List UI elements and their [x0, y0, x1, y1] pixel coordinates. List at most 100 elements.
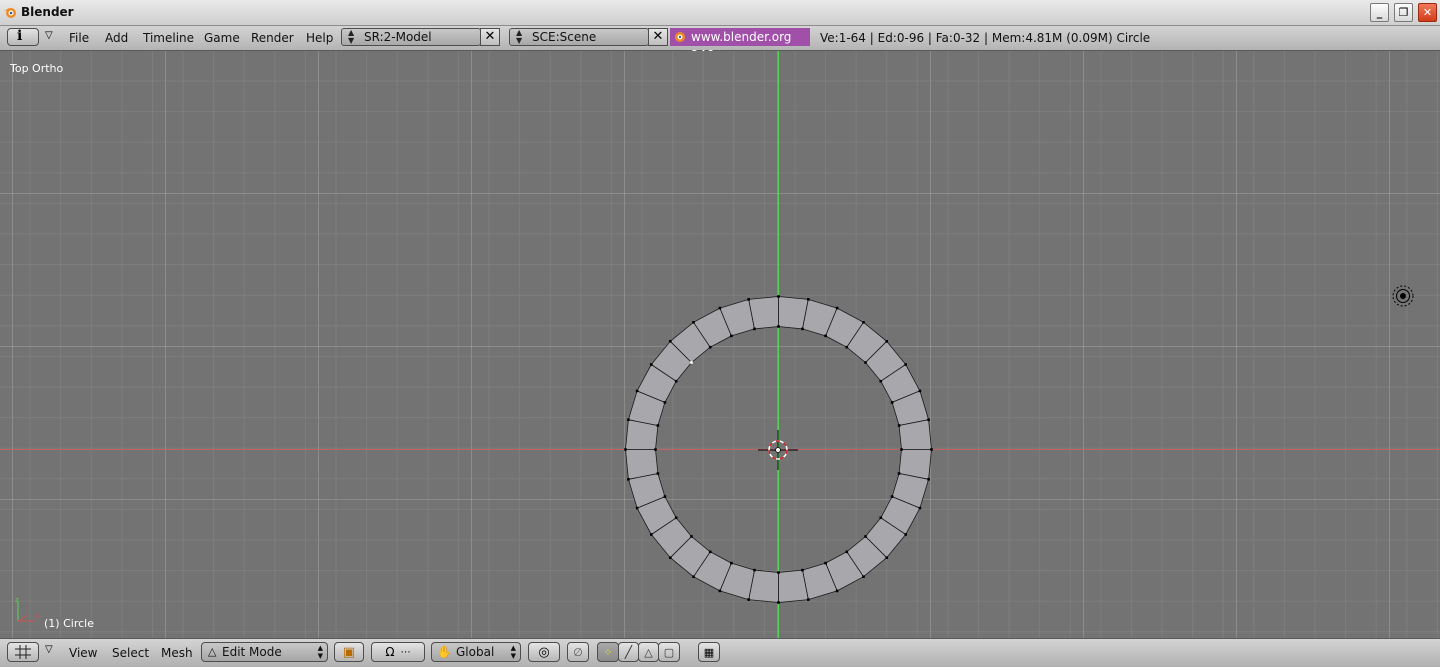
mesh-vertex[interactable] [650, 363, 653, 366]
delete-screen-button[interactable]: ✕ [480, 28, 500, 46]
maximize-button[interactable]: ❐ [1394, 3, 1413, 22]
render-preview-button[interactable]: ▦ [698, 642, 720, 662]
mesh-vertex[interactable] [669, 340, 672, 343]
mesh-vertex[interactable] [777, 295, 780, 298]
mesh-vertex[interactable] [864, 535, 867, 538]
mesh-vertex[interactable] [663, 495, 667, 498]
mesh-vertex[interactable] [807, 298, 810, 301]
mesh-canvas[interactable] [0, 51, 1440, 638]
menu-mesh[interactable]: Mesh [161, 646, 193, 660]
mesh-vertex[interactable] [918, 389, 922, 393]
mesh-vertex[interactable] [692, 575, 695, 578]
mesh-vertex[interactable] [927, 418, 930, 421]
menu-select[interactable]: Select [112, 646, 149, 660]
minimize-button[interactable]: _ [1370, 3, 1389, 22]
mesh-vertex[interactable] [862, 575, 865, 578]
mesh-vertex[interactable] [879, 379, 883, 383]
close-button[interactable]: ✕ [1418, 3, 1437, 22]
mesh-vertex[interactable] [669, 556, 672, 559]
vertex-select-mode-button[interactable]: ⁘ [597, 642, 619, 662]
mesh-vertex[interactable] [777, 571, 780, 574]
mesh-vertex[interactable] [885, 340, 888, 343]
mesh-vertex[interactable] [663, 401, 667, 404]
mesh-vertex[interactable] [627, 418, 630, 421]
mesh-vertex[interactable] [801, 327, 804, 331]
mesh-vertex[interactable] [864, 361, 867, 364]
menu-view[interactable]: View [69, 646, 97, 660]
mesh-vertex[interactable] [708, 550, 712, 554]
mesh-vertex[interactable] [730, 561, 733, 565]
mesh-vertex[interactable] [918, 506, 922, 510]
3d-viewport[interactable]: Top Ortho z x (1) Circle [0, 51, 1440, 638]
mesh-face[interactable] [748, 296, 779, 330]
mesh-vertex[interactable] [897, 424, 901, 427]
mesh-vertex[interactable] [730, 334, 733, 338]
proportional-edit-button[interactable]: ◎ [528, 642, 560, 662]
lamp-icon[interactable] [1391, 284, 1415, 308]
mesh-vertex[interactable] [690, 535, 693, 538]
mesh-vertex[interactable] [627, 478, 630, 481]
mesh-vertex[interactable] [835, 306, 839, 310]
mesh-vertex[interactable] [845, 550, 849, 554]
delete-scene-button[interactable]: ✕ [648, 28, 668, 46]
menu-game[interactable]: Game [204, 31, 240, 45]
mesh-vertex[interactable] [904, 363, 907, 366]
mesh-vertex[interactable] [747, 298, 750, 301]
menu-file[interactable]: File [69, 31, 89, 45]
mesh-vertex[interactable] [708, 345, 712, 349]
menu-timeline[interactable]: Timeline [143, 31, 194, 45]
mesh-vertex[interactable] [897, 472, 901, 475]
mesh-vertex[interactable] [900, 448, 903, 451]
mesh-vertex[interactable] [824, 561, 827, 565]
collapse-menu-icon[interactable]: ▽ [45, 644, 53, 655]
mesh-vertex[interactable] [904, 533, 907, 536]
face-select-mode-button[interactable]: △ [638, 642, 659, 662]
menu-help[interactable]: Help [306, 31, 333, 45]
edge-select-mode-button[interactable]: ╱ [618, 642, 639, 662]
mesh-vertex[interactable] [674, 379, 678, 383]
scene-selector[interactable]: ▲ ▼ SCE:Scene [509, 28, 649, 46]
mesh-vertex[interactable] [747, 598, 750, 601]
editor-type-button[interactable]: i [7, 28, 39, 46]
mesh-vertex[interactable] [654, 448, 657, 451]
mesh-vertex[interactable] [656, 424, 660, 427]
mesh-vertex[interactable] [753, 327, 756, 331]
mesh-vertex[interactable] [777, 325, 780, 328]
website-link[interactable]: www.blender.org 246 [670, 28, 810, 62]
mesh-face[interactable] [625, 449, 659, 480]
mesh-vertex[interactable] [845, 345, 849, 349]
screen-selector[interactable]: ▲ ▼ SR:2-Model [341, 28, 481, 46]
mesh-vertex[interactable] [930, 448, 933, 451]
mesh-vertex[interactable] [801, 568, 804, 572]
mesh-vertex[interactable] [690, 361, 693, 364]
editor-type-button[interactable] [7, 642, 39, 662]
mesh-vertex[interactable] [807, 598, 810, 601]
mesh-vertex[interactable] [635, 506, 639, 510]
mesh-vertex[interactable] [753, 568, 756, 572]
mesh-vertex[interactable] [718, 306, 722, 310]
mesh-vertex[interactable] [824, 334, 827, 338]
mesh-vertex[interactable] [835, 589, 839, 593]
mesh-vertex[interactable] [862, 321, 865, 324]
mesh-vertex[interactable] [624, 448, 627, 451]
occlude-geometry-button[interactable]: ▢ [658, 642, 680, 662]
mesh-vertex[interactable] [656, 472, 660, 475]
mesh-vertex[interactable] [890, 495, 894, 498]
mesh-vertex[interactable] [927, 478, 930, 481]
mesh-vertex[interactable] [635, 389, 639, 393]
mesh-face[interactable] [898, 419, 932, 450]
mesh-vertex[interactable] [718, 589, 722, 593]
mesh-vertex[interactable] [879, 516, 883, 520]
mesh-vertex[interactable] [692, 321, 695, 324]
draw-type-button[interactable]: ▣ [334, 642, 364, 662]
mesh-vertex[interactable] [650, 533, 653, 536]
mesh-vertex[interactable] [885, 556, 888, 559]
menu-add[interactable]: Add [105, 31, 128, 45]
collapse-menu-icon[interactable]: ▽ [45, 30, 53, 41]
mesh-vertex[interactable] [777, 601, 780, 604]
menu-render[interactable]: Render [251, 31, 294, 45]
transform-orientation-selector[interactable]: ✋ Global ▲ ▼ [431, 642, 521, 662]
mesh-vertex[interactable] [674, 516, 678, 520]
snap-button[interactable]: ∅ [567, 642, 589, 662]
mode-selector[interactable]: △ Edit Mode ▲ ▼ [201, 642, 328, 662]
